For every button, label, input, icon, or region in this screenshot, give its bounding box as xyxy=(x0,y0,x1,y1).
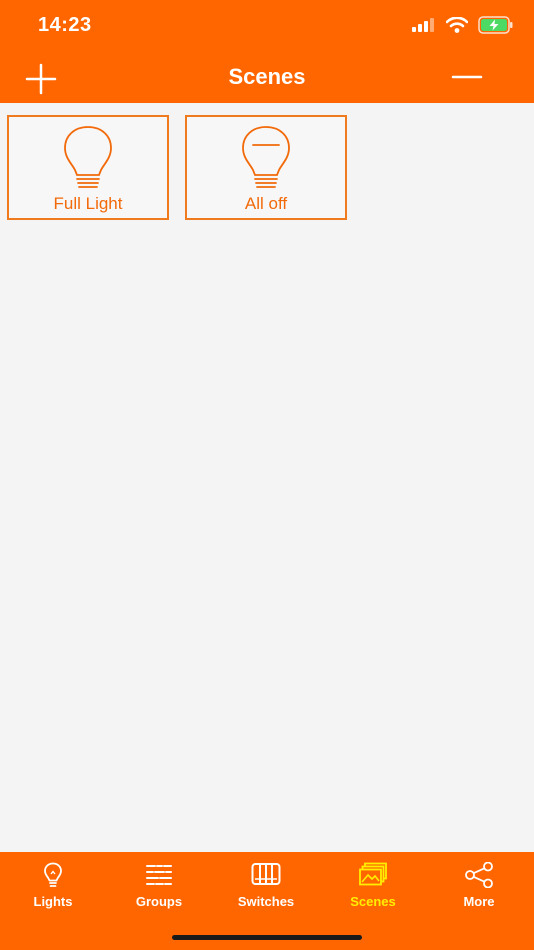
lightbulb-icon xyxy=(44,862,62,887)
remove-scene-button[interactable] xyxy=(450,62,484,96)
status-icons xyxy=(412,14,514,36)
lightbulb-off-icon xyxy=(242,126,290,188)
cellular-signal-icon xyxy=(412,18,434,32)
scene-tile-all-off[interactable]: All off xyxy=(185,115,347,220)
tab-label: Groups xyxy=(135,894,183,909)
scene-grid: Full Light All off xyxy=(0,103,534,852)
tab-switches[interactable]: Switches xyxy=(213,862,319,912)
lightbulb-on-icon xyxy=(64,126,112,188)
tab-more[interactable]: More xyxy=(426,862,532,912)
switches-icon xyxy=(251,863,281,885)
battery-charging-icon xyxy=(478,16,513,34)
tab-lights[interactable]: Lights xyxy=(0,862,106,912)
header: 14:23 Scenes xyxy=(0,0,534,103)
status-time: 14:23 xyxy=(38,14,92,36)
tab-label: Switches xyxy=(237,894,295,909)
wifi-icon xyxy=(446,17,468,33)
groups-icon xyxy=(146,865,172,885)
share-icon xyxy=(465,862,493,888)
tab-label: Lights xyxy=(33,894,73,909)
tab-label: Scenes xyxy=(350,894,396,909)
home-indicator[interactable] xyxy=(172,935,362,940)
tab-label: More xyxy=(463,894,495,909)
scene-label: Full Light xyxy=(53,194,123,213)
scene-tile-full-light[interactable]: Full Light xyxy=(7,115,169,220)
scene-label: All off xyxy=(244,194,288,213)
tab-groups[interactable]: Groups xyxy=(106,862,212,912)
tab-scenes[interactable]: Scenes xyxy=(320,862,426,912)
tab-bar: Lights Groups Switches Scenes More xyxy=(0,852,534,950)
minus-icon xyxy=(451,75,483,79)
scenes-icon xyxy=(359,862,387,886)
